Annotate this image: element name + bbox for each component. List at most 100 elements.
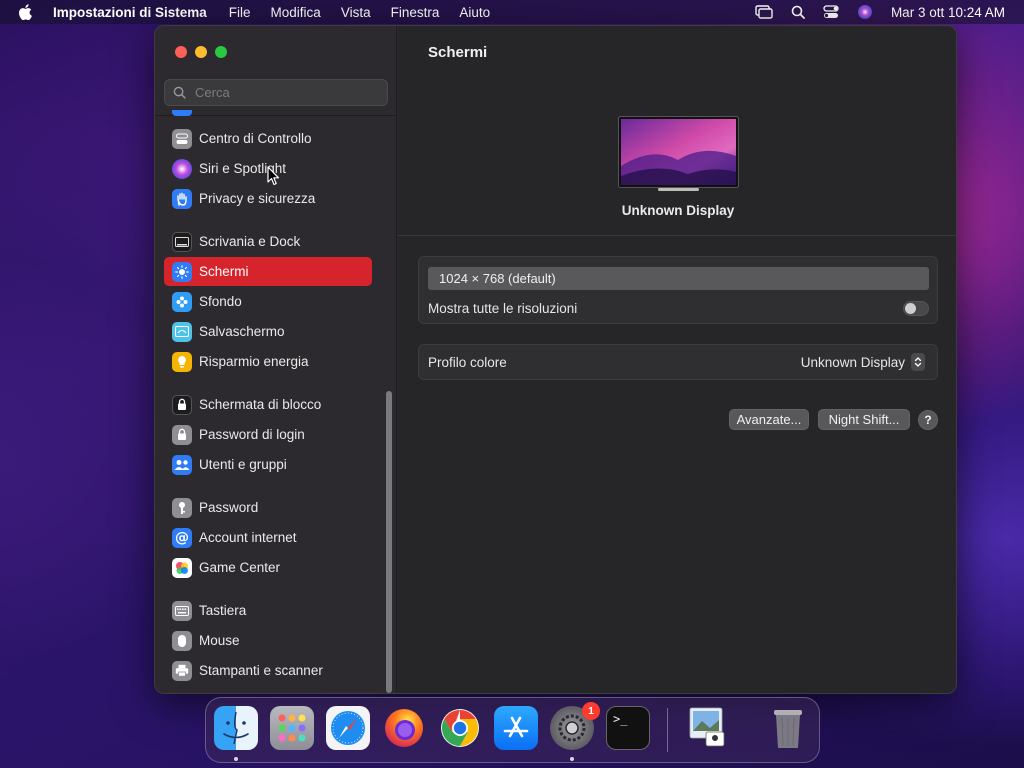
sidebar-item-desktop-dock[interactable]: Scrivania e Dock [164,227,372,256]
advanced-button[interactable]: Avanzate... [729,409,809,430]
sidebar-item-lock-screen[interactable]: Schermata di blocco [164,390,372,419]
sidebar: Centro di Controllo Siri e Spotlight Pri… [155,26,397,693]
bulb-icon [172,351,192,372]
show-all-resolutions-toggle[interactable] [903,300,929,316]
menu-help[interactable]: Aiuto [459,5,490,20]
show-all-resolutions-row: Mostra tutte le risoluzioni [428,297,929,319]
sidebar-item-printers-scanners[interactable]: Stampanti e scanner [164,656,372,685]
sidebar-item-label: Game Center [199,560,281,575]
system-settings-window: Centro di Controllo Siri e Spotlight Pri… [154,25,957,694]
sidebar-divider [155,115,397,116]
sidebar-item-users-groups[interactable]: Utenti e gruppi [164,450,372,479]
preview-icon[interactable] [686,706,730,750]
sun-icon [172,261,192,282]
color-profile-select[interactable]: Unknown Display [801,353,925,371]
siri-icon[interactable] [857,4,873,20]
flower-icon [172,291,192,312]
sidebar-item-label: Schermi [199,264,249,279]
menu-view[interactable]: Vista [341,5,371,20]
sidebar-item-control-center[interactable]: Centro di Controllo [164,124,372,153]
partial-item-icon [172,110,192,116]
menu-edit[interactable]: Modifica [271,5,321,20]
menu-bar: Impostazioni di Sistema File Modifica Vi… [0,0,1024,24]
trash-icon[interactable] [766,706,810,750]
resolution-option-selected[interactable]: 1024 × 768 (default) [428,267,929,290]
display-preview-icon[interactable] [618,116,739,192]
app-store-icon[interactable] [494,706,538,750]
search-icon [173,86,187,100]
sidebar-item-label: Sfondo [199,294,242,309]
menu-datetime[interactable]: Mar 3 ott 10:24 AM [891,5,1005,20]
printer-icon [172,660,192,681]
dock: 1 >_ [205,697,820,763]
mouse-icon [172,630,192,651]
color-profile-card: Profilo colore Unknown Display [418,344,938,380]
hand-icon [172,188,192,209]
spotlight-search-icon[interactable] [791,5,805,19]
users-icon [172,454,192,475]
sidebar-item-game-center[interactable]: Game Center [164,553,372,582]
sidebar-item-internet-accounts[interactable]: @ Account internet [164,523,372,552]
chrome-icon[interactable] [438,706,482,750]
firefox-icon[interactable] [382,706,426,750]
lock-screen-icon [172,394,192,415]
siri-icon [172,158,192,179]
sidebar-item-login-password[interactable]: Password di login [164,420,372,449]
system-settings-icon[interactable]: 1 [550,702,600,750]
sidebar-item-label: Utenti e gruppi [199,457,287,472]
sidebar-item-energy-saver[interactable]: Risparmio energia [164,347,372,376]
search-input[interactable] [195,85,375,100]
finder-running-indicator [234,757,238,761]
sidebar-item-label: Mouse [199,633,240,648]
control-center-icon [172,128,192,149]
close-window-button[interactable] [175,46,187,58]
control-center-icon[interactable] [823,5,839,19]
menu-window[interactable]: Finestra [391,5,440,20]
finder-icon[interactable] [214,706,258,750]
sidebar-item-mouse[interactable]: Mouse [164,626,372,655]
search-field[interactable] [164,79,388,106]
sidebar-item-label: Tastiera [199,603,247,618]
minimize-window-button[interactable] [195,46,207,58]
sidebar-item-label: Account internet [199,530,297,545]
launchpad-icon[interactable] [270,706,314,750]
sidebar-item-label: Stampanti e scanner [199,663,323,678]
sidebar-item-keyboard[interactable]: Tastiera [164,596,372,625]
zoom-window-button[interactable] [215,46,227,58]
screen-mirroring-icon[interactable] [755,5,773,19]
night-shift-button[interactable]: Night Shift... [818,409,910,430]
key-icon [172,497,192,518]
sidebar-item-privacy-security[interactable]: Privacy e sicurezza [164,184,372,213]
lock-icon [172,424,192,445]
dock-separator [667,708,668,752]
help-button[interactable]: ? [918,410,938,430]
screensaver-icon [172,321,192,342]
sidebar-item-label: Scrivania e Dock [199,234,301,249]
sidebar-item-label: Password di login [199,427,305,442]
page-title: Schermi [428,44,488,61]
show-all-resolutions-label: Mostra tutte le risoluzioni [428,300,578,316]
sidebar-item-passwords[interactable]: Password [164,493,372,522]
sidebar-item-wallpaper[interactable]: Sfondo [164,287,372,316]
content-pane: Schermi Unknown Display 1024 × 768 (defa… [398,26,956,693]
mouse-cursor-icon [267,166,280,186]
terminal-prompt-icon: >_ [613,712,628,726]
chevron-updown-icon [911,353,925,371]
terminal-icon[interactable]: >_ [606,706,650,750]
sidebar-item-label: Salvaschermo [199,324,285,339]
menu-app-name[interactable]: Impostazioni di Sistema [53,5,207,20]
sidebar-item-label: Privacy e sicurezza [199,191,316,206]
sidebar-item-displays[interactable]: Schermi [164,257,372,286]
content-divider [398,235,956,236]
sidebar-item-label: Schermata di blocco [199,397,322,412]
apple-menu-icon[interactable] [18,4,36,20]
toggle-knob [905,302,916,314]
color-profile-value: Unknown Display [800,354,905,370]
menu-file[interactable]: File [229,5,251,20]
safari-icon[interactable] [326,706,370,750]
sidebar-scrollbar[interactable] [386,391,392,693]
desktop-dock-icon [172,231,192,252]
at-icon: @ [172,527,192,548]
game-center-icon [172,557,192,578]
sidebar-item-screensaver[interactable]: Salvaschermo [164,317,372,346]
